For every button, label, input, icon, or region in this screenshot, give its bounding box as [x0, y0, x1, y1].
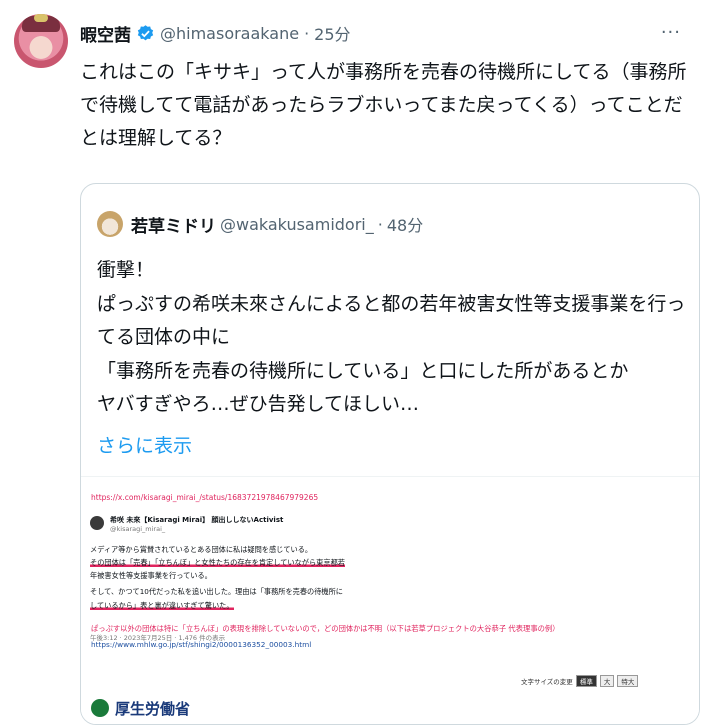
quoted-author-handle: @wakakusamidori_	[220, 214, 374, 234]
quoted-line: 衝撃！	[97, 259, 155, 281]
embedded-line: そして、かつて10代だった私を追い出した。理由は「事務所を売春の待機所に	[90, 587, 343, 596]
quoted-timestamp: 48分	[386, 216, 424, 235]
mhlw-logo-icon	[91, 699, 109, 717]
mhlw-logo-text: 厚生労働省	[115, 699, 191, 718]
quoted-tweet-text: 衝撃！ ぱっぷすの希咲未來さんによると都の若年被害女性等支援事業を行ってる団体の…	[97, 254, 687, 422]
show-more-link[interactable]: さらに表示	[97, 431, 192, 458]
embedded-line: 年被害女性等支援事業を行っている。	[90, 571, 212, 580]
embedded-avatar	[90, 516, 104, 530]
embedded-author-name: 希咲 未來【Kisaragi Mirai】 顔出ししないActivist	[110, 516, 284, 524]
image-caption-red: ぱっぷす以外の団体は特に「立ちんぼ」の表現を排除していないので，どの団体かは不明…	[91, 624, 560, 633]
embedded-line: その団体は「売春」「立ちんぼ」と女性たちの存在を肯定していながら東京都若	[90, 557, 345, 568]
embedded-author-handle: @kisaragi_mirai_	[110, 525, 166, 533]
quoted-tweet[interactable]: 若草ミドリ @wakakusamidori_ · 48分 衝撃！ ぱっぷすの希咲…	[80, 183, 700, 725]
embedded-line: メディア等から賞賛されているとある団体に私は疑問を感じている。	[90, 545, 313, 554]
image-caption-link: https://www.mhlw.go.jp/stf/shingi2/00001…	[91, 640, 312, 649]
mhlw-logo: 厚生労働省	[91, 695, 271, 721]
quoted-separator-dot: ·	[377, 214, 383, 234]
more-options-icon[interactable]: ···	[661, 22, 681, 43]
avatar-bow	[34, 14, 48, 22]
font-size-large: 大	[599, 675, 615, 687]
font-size-xlarge: 特大	[617, 675, 639, 687]
tweet-timestamp[interactable]: 25分	[314, 21, 350, 45]
quoted-author-avatar	[97, 211, 123, 237]
tweet-header: 暇空茜 @himasoraakane · 25分	[80, 21, 351, 46]
separator-dot: ·	[304, 23, 310, 43]
font-size-selector: 文字サイズの変更 標準 大 特大	[521, 675, 639, 687]
author-avatar[interactable]	[14, 14, 68, 68]
image-source-url: https://x.com/kisaragi_mirai_/status/168…	[91, 493, 319, 502]
quoted-tweet-header: 若草ミドリ @wakakusamidori_ · 48分	[131, 212, 424, 237]
embedded-tweet-card: 希咲 未來【Kisaragi Mirai】 顔出ししないActivist @ki…	[86, 510, 412, 680]
quoted-line: ぱっぷすの希咲未來さんによると都の若年被害女性等支援事業を行ってる団体の中に	[97, 292, 686, 349]
verified-badge-icon	[137, 24, 154, 40]
author-handle[interactable]: @himasoraakane	[160, 24, 299, 43]
author-name[interactable]: 暇空茜	[80, 21, 131, 46]
font-size-label: 文字サイズの変更	[521, 678, 573, 686]
quoted-media-image[interactable]: https://x.com/kisaragi_mirai_/status/168…	[81, 476, 699, 724]
quoted-author-name: 若草ミドリ	[131, 216, 216, 237]
quoted-line: ヤバすぎやろ…ぜひ告発してほしい…	[97, 393, 420, 415]
font-size-standard: 標準	[575, 675, 597, 687]
tweet-text: これはこの「キサキ」って人が事務所を売春の待機所にしてる（事務所で待機してて電話…	[80, 61, 687, 149]
quoted-line: 「事務所を売春の待機所にしている」と口にした所があるとか	[97, 359, 629, 382]
embedded-line: しているから」表と裏が違いすぎて驚いた。	[90, 600, 234, 611]
